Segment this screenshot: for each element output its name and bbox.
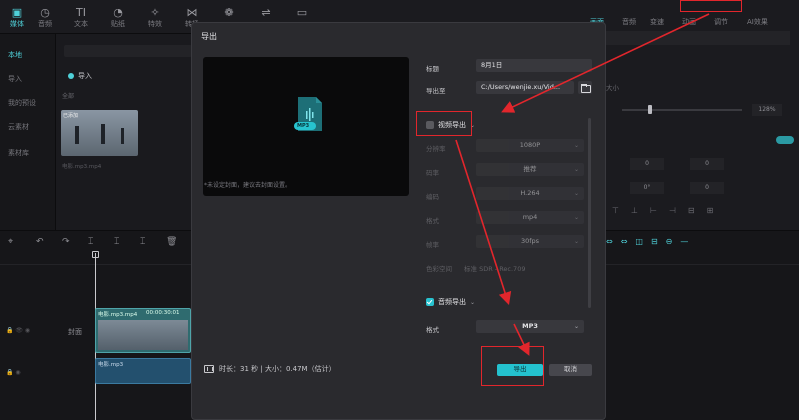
annotation-arrows (455, 13, 710, 356)
arrow-audio-to-export (513, 323, 530, 356)
arrow-top-to-video (501, 13, 710, 113)
arrow-video-to-audio (455, 139, 512, 306)
app-window: ▣媒体 ◷音频 TI文本 ◔贴纸 ✧特效 ⋈转场 ❁ ⇌ ▭ 本地 导入 我的预… (0, 0, 799, 420)
